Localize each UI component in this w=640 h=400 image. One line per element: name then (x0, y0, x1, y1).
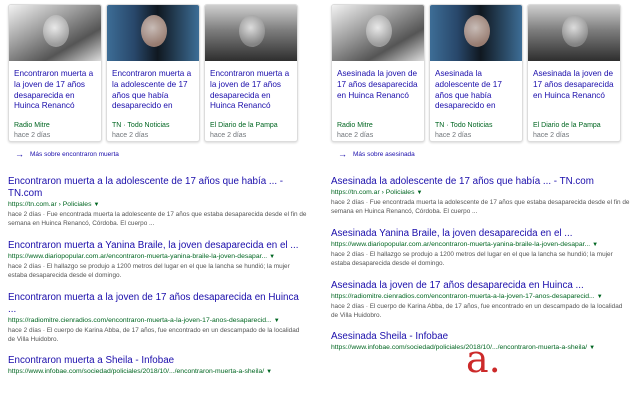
result-snippet: hace 2 días · Fue encontrada muerta la a… (331, 199, 630, 216)
search-results: Asesinada la adolescente de 17 años que … (331, 176, 631, 353)
more-news-label: Más sobre encontraron muerta (30, 150, 119, 158)
search-panel-right: Asesinada la joven de 17 años desapareci… (331, 4, 631, 364)
search-result: Encontraron muerta a la joven de 17 años… (8, 292, 308, 345)
news-card-title[interactable]: Encontraron muerta a la joven de 17 años… (14, 69, 96, 112)
news-card-time: hace 2 días (533, 132, 570, 139)
news-thumbnail (107, 5, 199, 61)
news-card[interactable]: Asesinada la joven de 17 años desapareci… (527, 4, 621, 142)
result-url: https://radiomitre.cienradios.com/encont… (8, 316, 272, 324)
caret-down-icon[interactable]: ▼ (93, 202, 99, 208)
search-result: Encontraron muerta a la adolescente de 1… (8, 176, 308, 229)
news-card[interactable]: Encontraron muerta a la joven de 17 años… (204, 4, 298, 142)
search-result: Asesinada la adolescente de 17 años que … (331, 176, 631, 217)
news-card-source: El Diario de la Pampa (533, 122, 601, 129)
caret-down-icon[interactable]: ▼ (589, 345, 595, 351)
caret-down-icon[interactable]: ▼ (266, 369, 272, 375)
result-title-link[interactable]: Asesinada la adolescente de 17 años que … (331, 176, 631, 188)
search-panel-left: Encontraron muerta a la joven de 17 años… (8, 4, 308, 388)
caret-down-icon[interactable]: ▼ (416, 190, 422, 196)
news-card-time: hace 2 días (210, 132, 247, 139)
news-thumbnail (528, 5, 620, 61)
news-card[interactable]: Asesinada la joven de 17 años desapareci… (331, 4, 425, 142)
news-card-title[interactable]: Asesinada la joven de 17 años desapareci… (337, 69, 419, 112)
result-snippet: hace 2 días · El hallazgo se produjo a 1… (331, 250, 613, 268)
arrow-right-icon: → (338, 149, 347, 159)
result-title-link[interactable]: Asesinada la joven de 17 años desapareci… (331, 280, 631, 292)
portrait-image (239, 15, 265, 47)
search-result: Encontraron muerta a Yanina Braile, la j… (8, 240, 308, 281)
news-card-time: hace 2 días (112, 132, 149, 139)
result-url: https://radiomitre.cienradios.com/encont… (331, 292, 595, 300)
portrait-image (366, 15, 392, 47)
caret-down-icon[interactable]: ▼ (274, 318, 280, 324)
result-url: https://www.infobae.com/sociedad/policia… (8, 368, 265, 376)
portrait-image (141, 15, 167, 47)
news-card[interactable]: Asesinada la adolescente de 17 años que … (429, 4, 523, 142)
news-card-title[interactable]: Asesinada la joven de 17 años desapareci… (533, 69, 615, 112)
top-stories-carousel: Asesinada la joven de 17 años desapareci… (331, 4, 631, 142)
news-card-source: El Diario de la Pampa (210, 122, 278, 129)
news-card-title[interactable]: Encontraron muerta a la joven de 17 años… (210, 69, 292, 112)
result-title-link[interactable]: Encontraron muerta a la adolescente de 1… (8, 176, 308, 200)
result-url: https://www.diariopopular.com.ar/encontr… (331, 240, 591, 248)
result-url: https://www.diariopopular.com.ar/encontr… (8, 252, 268, 260)
more-news-link[interactable]: → Más sobre asesinada (338, 149, 631, 159)
news-card-source: TN · Todo Noticias (112, 122, 170, 129)
result-title-link[interactable]: Encontraron muerta a Sheila - Infobae (8, 355, 308, 367)
news-card-title[interactable]: Asesinada la adolescente de 17 años que … (435, 69, 517, 112)
caret-down-icon[interactable]: ▼ (269, 254, 275, 260)
news-card-time: hace 2 días (337, 132, 374, 139)
news-card[interactable]: Encontraron muerta a la adolescente de 1… (106, 4, 200, 142)
news-thumbnail (332, 5, 424, 61)
news-thumbnail (430, 5, 522, 61)
news-card[interactable]: Encontraron muerta a la joven de 17 años… (8, 4, 102, 142)
search-result: Asesinada la joven de 17 años desapareci… (331, 280, 631, 321)
result-url: https://tn.com.ar › Policiales (8, 201, 92, 208)
more-news-label: Más sobre asesinada (353, 150, 415, 158)
search-result: Encontraron muerta a Sheila - Infobae ht… (8, 355, 308, 377)
caret-down-icon[interactable]: ▼ (597, 294, 603, 300)
top-stories-carousel: Encontraron muerta a la joven de 17 años… (8, 4, 308, 142)
news-card-source: TN · Todo Noticias (435, 122, 493, 129)
news-card-time: hace 2 días (435, 132, 472, 139)
more-news-link[interactable]: → Más sobre encontraron muerta (15, 149, 308, 159)
result-title-link[interactable]: Encontraron muerta a la joven de 17 años… (8, 292, 308, 316)
portrait-image (43, 15, 69, 47)
result-title-link[interactable]: Asesinada Yanina Braile, la joven desapa… (331, 228, 631, 240)
news-thumbnail (205, 5, 297, 61)
news-card-source: Radio Mitre (337, 122, 373, 129)
portrait-image (464, 15, 490, 47)
result-snippet: hace 2 días · Fue encontrada muerta la a… (8, 211, 307, 228)
search-result: Asesinada Yanina Braile, la joven desapa… (331, 228, 631, 269)
result-snippet: hace 2 días · El cuerpo de Karina Abba, … (8, 326, 300, 344)
figure-label: a. (466, 337, 501, 381)
result-url: https://tn.com.ar › Policiales (331, 189, 415, 196)
news-thumbnail (9, 5, 101, 61)
result-snippet: hace 2 días · El hallazgo se produjo a 1… (8, 262, 290, 280)
result-snippet: hace 2 días · El cuerpo de Karina Abba, … (331, 302, 623, 320)
arrow-right-icon: → (15, 149, 24, 159)
search-results: Encontraron muerta a la adolescente de 1… (8, 176, 308, 377)
news-card-time: hace 2 días (14, 132, 51, 139)
news-card-title[interactable]: Encontraron muerta a la adolescente de 1… (112, 69, 194, 112)
caret-down-icon[interactable]: ▼ (592, 242, 598, 248)
portrait-image (562, 15, 588, 47)
result-title-link[interactable]: Encontraron muerta a Yanina Braile, la j… (8, 240, 308, 252)
result-url: https://www.infobae.com/sociedad/policia… (331, 344, 588, 352)
news-card-source: Radio Mitre (14, 122, 50, 129)
